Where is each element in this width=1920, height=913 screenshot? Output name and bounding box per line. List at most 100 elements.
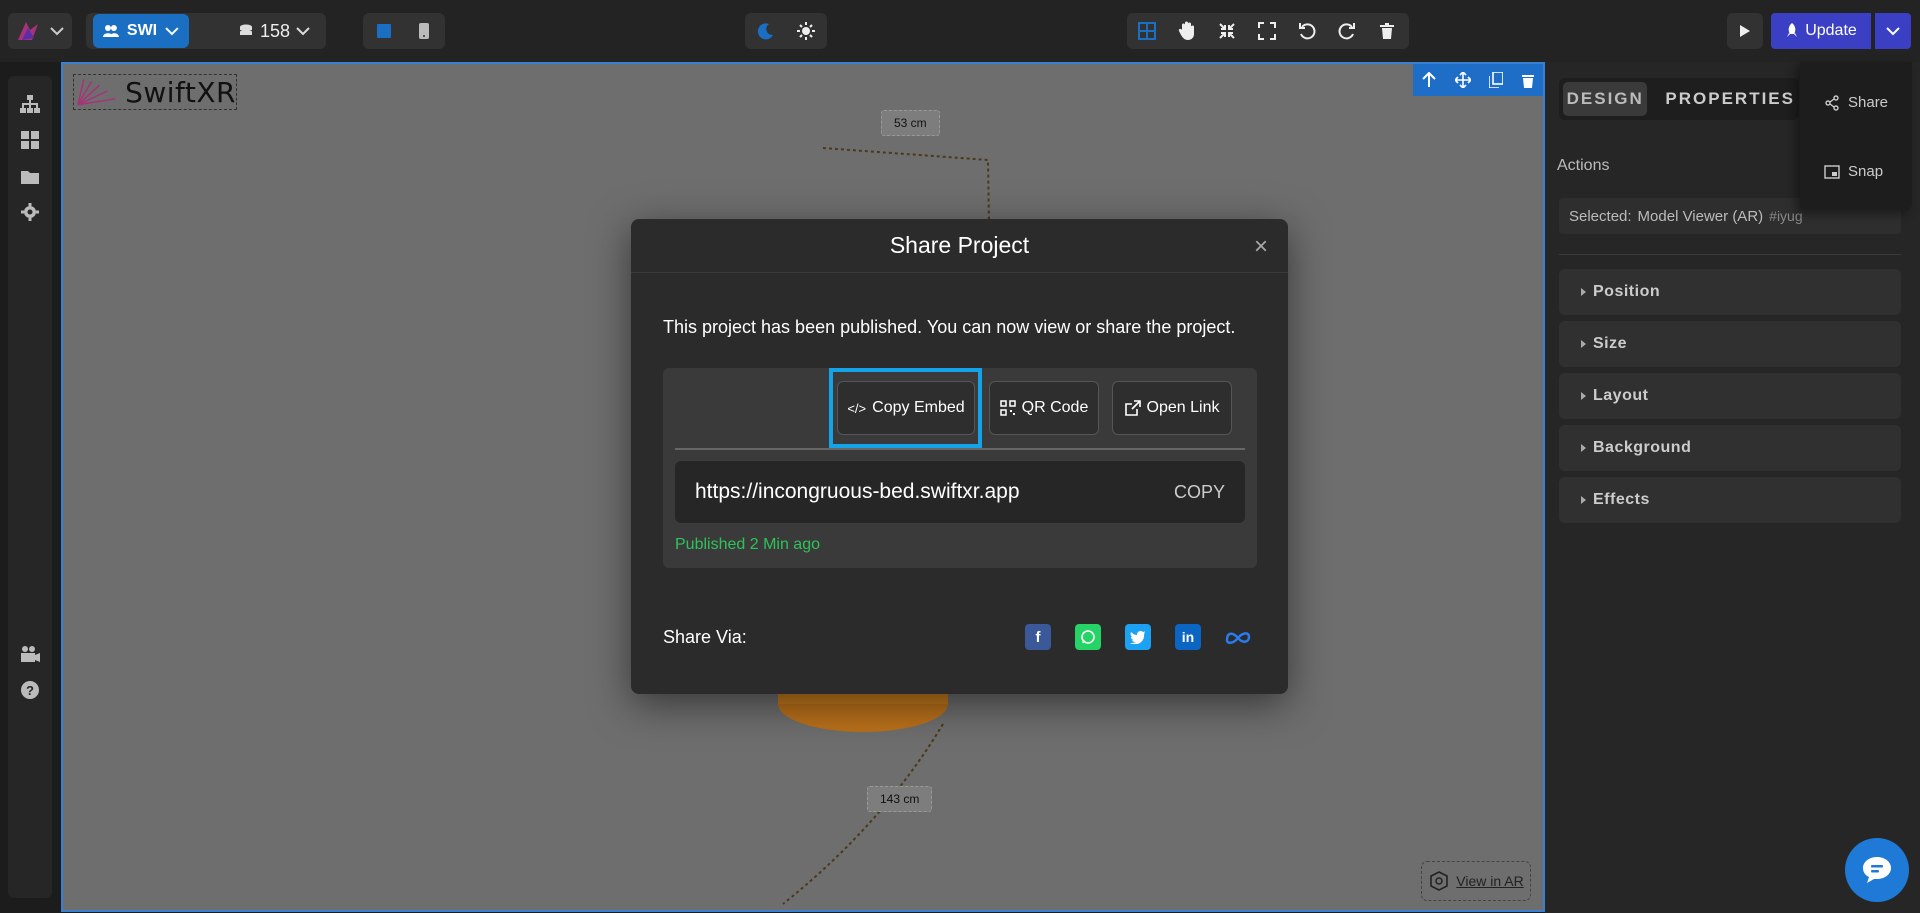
external-link-icon [1124, 400, 1141, 416]
canvas-tools-group [1127, 13, 1409, 49]
share-project-modal: Share Project × This project has been pu… [631, 219, 1288, 694]
video-camera-icon [21, 646, 40, 662]
view-in-ar-label: View in AR [1456, 873, 1524, 889]
share-url-box: https://incongruous-bed.swiftxr.app COPY [675, 461, 1245, 523]
dimension-label-top: 53 cm [881, 110, 940, 136]
logo-text: SwiftXR [125, 75, 236, 109]
menu-item-share[interactable]: Share [1824, 94, 1888, 111]
users-icon [103, 25, 119, 37]
selected-id: #iyug [1769, 208, 1803, 224]
chevron-down-icon [50, 26, 64, 35]
light-theme-button[interactable] [791, 17, 821, 45]
credits-button[interactable]: 158 [238, 14, 310, 48]
tutorials-button[interactable] [20, 644, 40, 664]
update-dropdown-menu: Share Snap [1800, 62, 1912, 210]
redo-button[interactable] [1331, 16, 1363, 46]
open-link-label: Open Link [1146, 399, 1220, 416]
settings-button[interactable] [20, 202, 40, 222]
undo-icon [1299, 23, 1316, 40]
coins-icon [240, 24, 252, 35]
desktop-icon [377, 24, 391, 38]
top-bar: SWI 158 Update [0, 0, 1920, 62]
chevron-down-icon [296, 26, 310, 35]
published-status: Published 2 Min ago [675, 536, 820, 553]
chevron-down-icon [1886, 26, 1900, 35]
chat-bubble-icon [1863, 857, 1891, 883]
trash-icon [1380, 23, 1394, 39]
update-button[interactable]: Update [1771, 13, 1871, 49]
linkedin-icon[interactable]: in [1175, 624, 1201, 650]
workspace-button[interactable]: SWI [93, 14, 189, 48]
grid-icon [1138, 22, 1156, 40]
share-icon [1825, 94, 1839, 111]
snap-label: Snap [1848, 163, 1884, 180]
copy-icon[interactable] [1489, 72, 1504, 88]
modal-header: Share Project × [631, 219, 1288, 273]
arrow-up-icon[interactable] [1422, 72, 1436, 88]
undo-button[interactable] [1291, 16, 1323, 46]
chat-support-button[interactable] [1845, 838, 1909, 902]
hand-icon [1178, 21, 1194, 40]
help-button[interactable]: ? [20, 680, 40, 700]
svg-text:?: ? [26, 683, 34, 698]
share-url[interactable]: https://incongruous-bed.swiftxr.app [695, 480, 1020, 504]
qr-code-button[interactable]: QR Code [989, 381, 1099, 435]
card-divider [675, 448, 1245, 450]
actions-label: Actions [1557, 157, 1610, 174]
panel-tabs: DESIGN PROPERTIES [1559, 78, 1799, 120]
fullscreen-button[interactable] [1251, 16, 1283, 46]
copy-url-button[interactable]: COPY [1174, 482, 1225, 503]
mobile-icon [419, 23, 429, 39]
workspace-label: SWI [126, 22, 158, 39]
preview-play-button[interactable] [1727, 13, 1763, 49]
tab-properties[interactable]: PROPERTIES [1653, 82, 1795, 116]
section-effects[interactable]: Effects [1559, 477, 1901, 523]
delete-button[interactable] [1371, 16, 1403, 46]
blocks-button[interactable] [20, 130, 40, 150]
collapse-tool-button[interactable] [1211, 16, 1243, 46]
qr-code-label: QR Code [1021, 399, 1089, 416]
layers-tree-button[interactable] [20, 94, 40, 114]
app-menu-button[interactable] [8, 13, 72, 49]
view-in-ar-button[interactable]: View in AR [1421, 861, 1531, 901]
section-size[interactable]: Size [1559, 321, 1901, 367]
trash-icon[interactable] [1521, 73, 1534, 88]
swiftxr-logo[interactable]: SwiftXR [73, 74, 237, 110]
facebook-icon[interactable]: f [1025, 624, 1051, 650]
dark-theme-button[interactable] [751, 17, 781, 45]
theme-toggle-group [745, 13, 827, 49]
grid-tool-button[interactable] [1131, 16, 1163, 46]
pan-tool-button[interactable] [1171, 16, 1203, 46]
qr-code-icon [999, 400, 1016, 416]
sitemap-icon [20, 95, 40, 113]
fullscreen-icon [1258, 22, 1276, 40]
menu-item-snap[interactable]: Snap [1824, 163, 1883, 180]
modal-title: Share Project [889, 232, 1030, 258]
selected-prefix: Selected: [1569, 207, 1632, 225]
twitter-icon[interactable] [1125, 624, 1151, 650]
move-icon[interactable] [1454, 72, 1471, 88]
collapse-icon [1219, 23, 1235, 39]
redo-icon [1338, 23, 1355, 40]
whatsapp-icon[interactable] [1075, 624, 1101, 650]
desktop-view-button[interactable] [369, 17, 399, 45]
section-position[interactable]: Position [1559, 269, 1901, 315]
section-background[interactable]: Background [1559, 425, 1901, 471]
tab-design[interactable]: DESIGN [1563, 82, 1648, 116]
gear-icon [21, 203, 39, 221]
panel-divider [1559, 254, 1901, 255]
snapshot-icon [1824, 164, 1840, 179]
close-icon[interactable]: × [1254, 233, 1268, 261]
open-link-button[interactable]: Open Link [1112, 381, 1232, 435]
update-options-button[interactable] [1875, 13, 1911, 49]
mobile-view-button[interactable] [409, 17, 439, 45]
moon-icon [757, 23, 773, 40]
swiftxr-logo-icon [18, 22, 38, 40]
device-toggle-group [363, 13, 445, 49]
selection-toolbar [1413, 64, 1543, 96]
credits-count: 158 [260, 20, 291, 41]
share-card: </> Copy Embed QR Code Open Link https:/… [663, 368, 1257, 568]
meta-icon[interactable] [1225, 624, 1251, 650]
assets-button[interactable] [20, 166, 40, 186]
section-layout[interactable]: Layout [1559, 373, 1901, 419]
